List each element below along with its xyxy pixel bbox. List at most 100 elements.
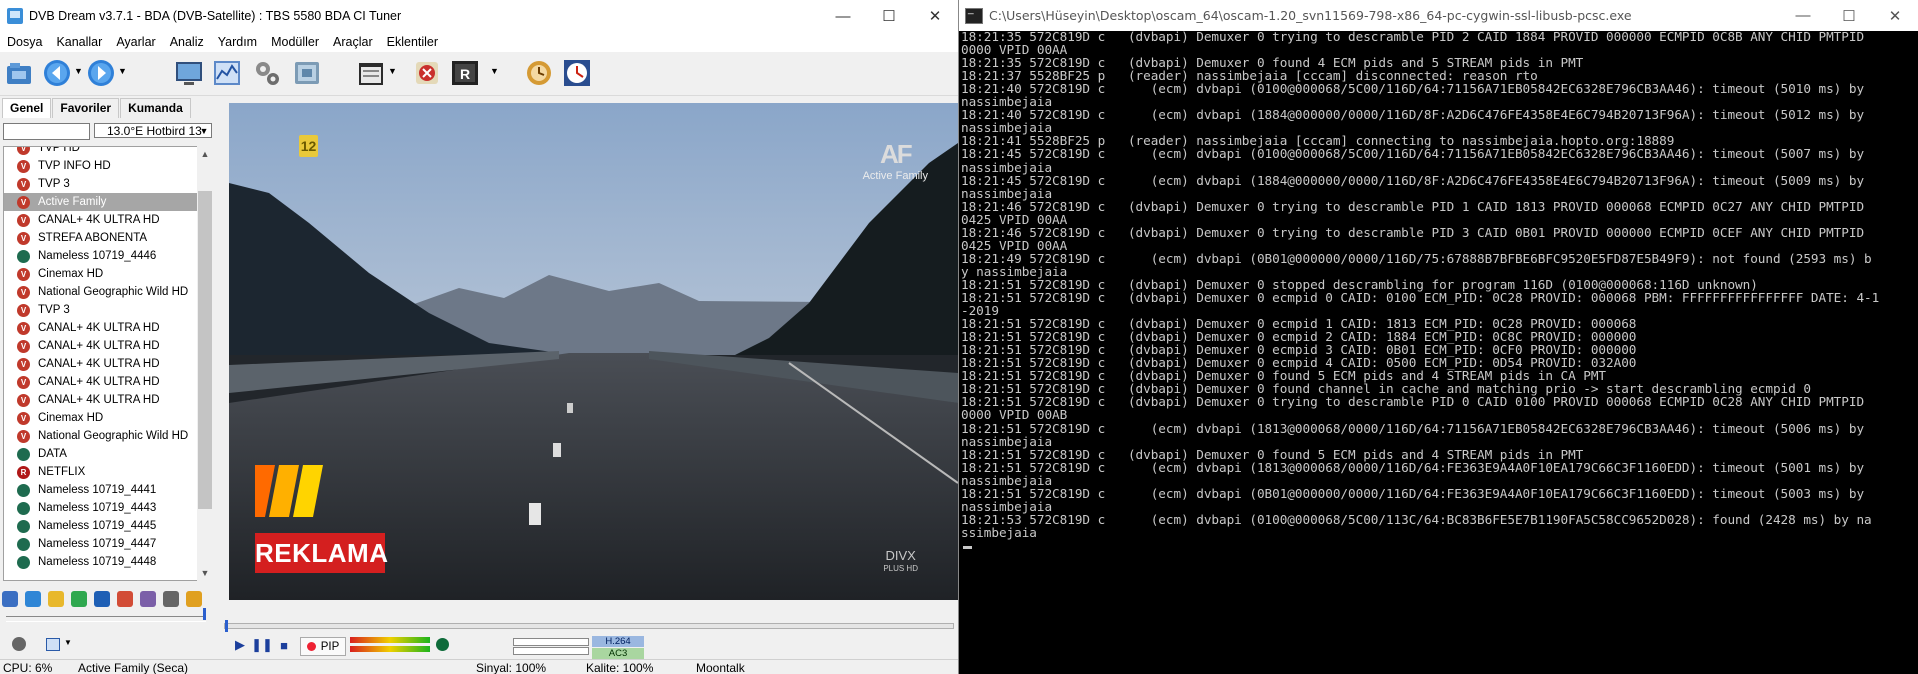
channel-list-item[interactable]: V TVP HD bbox=[4, 147, 197, 157]
forward-icon[interactable] bbox=[86, 57, 116, 89]
tab-kumanda[interactable]: Kumanda bbox=[120, 98, 191, 118]
add-favorite-icon[interactable] bbox=[71, 591, 87, 607]
channel-list-item[interactable]: V STREFA ABONENTA bbox=[4, 229, 197, 247]
channel-list-item[interactable]: V CANAL+ 4K ULTRA HD bbox=[4, 373, 197, 391]
lock-icon[interactable] bbox=[186, 591, 202, 607]
play-icon[interactable]: ▶ bbox=[230, 636, 250, 654]
channel-list-scrollbar[interactable]: ▲ ▼ bbox=[197, 146, 213, 581]
properties-icon[interactable] bbox=[163, 591, 179, 607]
channel-list-item[interactable]: V CANAL+ 4K ULTRA HD bbox=[4, 319, 197, 337]
display-mode-icon[interactable] bbox=[46, 638, 60, 651]
channel-list-item[interactable]: V Active Family bbox=[4, 193, 197, 211]
move-up-icon[interactable] bbox=[25, 591, 41, 607]
spectrum-icon[interactable] bbox=[212, 57, 242, 89]
channel-list-item[interactable]: V TVP INFO HD bbox=[4, 157, 197, 175]
forward-dropdown-icon[interactable]: ▼ bbox=[118, 66, 127, 98]
channel-list-item[interactable]: Nameless 10719_4443 bbox=[4, 499, 197, 517]
record-icon[interactable]: R bbox=[450, 57, 480, 89]
channel-list-item[interactable]: V CANAL+ 4K ULTRA HD bbox=[4, 355, 197, 373]
console-title-bar: C:\Users\Hüseyin\Desktop\oscam_64\oscam-… bbox=[959, 0, 1918, 31]
channel-list-item[interactable]: Nameless 10719_4445 bbox=[4, 517, 197, 535]
console-line: 18:21:45 572C819D c (ecm) dvbapi (1884@0… bbox=[961, 172, 1865, 188]
monitor-icon[interactable] bbox=[174, 57, 204, 89]
menu-araclar[interactable]: Araçlar bbox=[326, 35, 380, 49]
menu-dosya[interactable]: Dosya bbox=[0, 35, 49, 49]
channel-list-item[interactable]: V Cinemax HD bbox=[4, 265, 197, 283]
console-line: 18:21:51 572C819D c (ecm) dvbapi (1813@0… bbox=[961, 420, 1865, 436]
seek-bar[interactable] bbox=[224, 620, 954, 632]
display-mode-dropdown-icon[interactable]: ▼ bbox=[64, 638, 72, 647]
menu-ayarlar[interactable]: Ayarlar bbox=[109, 35, 162, 49]
epg-icon[interactable] bbox=[356, 57, 386, 89]
settings-gear-icon[interactable] bbox=[252, 57, 282, 89]
epg-dropdown-icon[interactable]: ▼ bbox=[388, 66, 397, 98]
menu-eklentiler[interactable]: Eklentiler bbox=[380, 35, 445, 49]
tab-favoriler[interactable]: Favoriler bbox=[52, 98, 120, 118]
back-dropdown-icon[interactable]: ▼ bbox=[74, 66, 83, 98]
timer-icon[interactable] bbox=[524, 57, 554, 89]
scroll-up-icon[interactable]: ▲ bbox=[197, 146, 213, 162]
channel-list-item[interactable]: Nameless 10719_4446 bbox=[4, 247, 197, 265]
channel-list-item[interactable]: V National Geographic Wild HD bbox=[4, 283, 197, 301]
channel-list-item[interactable]: DATA bbox=[4, 445, 197, 463]
console-line: 18:21:40 572C819D c (ecm) dvbapi (0100@0… bbox=[961, 81, 1865, 97]
console-close-icon[interactable]: ✕ bbox=[1872, 0, 1918, 31]
channel-list-item[interactable]: Nameless 10719_4447 bbox=[4, 535, 197, 553]
console-maximize-icon[interactable]: ☐ bbox=[1826, 0, 1872, 31]
channel-list-item[interactable]: V TVP 3 bbox=[4, 175, 197, 193]
menu-kanallar[interactable]: Kanallar bbox=[49, 35, 109, 49]
satellite-icon[interactable] bbox=[140, 591, 156, 607]
speaker-icon[interactable] bbox=[12, 637, 26, 651]
channel-name: National Geographic Wild HD bbox=[38, 286, 189, 298]
pip-button[interactable]: PIP bbox=[300, 637, 346, 656]
console-line: 18:21:46 572C819D c (dvbapi) Demuxer 0 t… bbox=[961, 224, 1865, 240]
console-output[interactable]: 18:21:35 572C819D c (dvbapi) Demuxer 0 t… bbox=[961, 29, 1918, 674]
open-folder-icon[interactable] bbox=[4, 57, 34, 89]
tv-channel-icon: V bbox=[17, 177, 30, 191]
volume-slider[interactable] bbox=[6, 616, 206, 622]
menu-moduller[interactable]: Modüller bbox=[264, 35, 326, 49]
menu-yardim[interactable]: Yardım bbox=[211, 35, 264, 49]
satellite-select-value: 13.0°E Hotbird 13 bbox=[107, 124, 202, 138]
channel-list-item[interactable]: V CANAL+ 4K ULTRA HD bbox=[4, 337, 197, 355]
satellite-select[interactable]: 13.0°E Hotbird 13 ▼ bbox=[94, 123, 212, 138]
sort-icon[interactable] bbox=[94, 591, 110, 607]
scheduler-clock-icon[interactable] bbox=[562, 57, 592, 89]
seek-handle[interactable] bbox=[225, 620, 228, 632]
channel-list-item[interactable]: V Cinemax HD bbox=[4, 409, 197, 427]
chevron-down-icon[interactable]: ▼ bbox=[198, 124, 210, 137]
channel-list-item[interactable]: R NETFLIX bbox=[4, 463, 197, 481]
stop-record-icon[interactable] bbox=[412, 57, 442, 89]
close-icon[interactable]: ✕ bbox=[912, 0, 958, 32]
channel-name: CANAL+ 4K ULTRA HD bbox=[38, 358, 160, 370]
channel-list-item[interactable]: V CANAL+ 4K ULTRA HD bbox=[4, 391, 197, 409]
screenshot-icon[interactable] bbox=[292, 57, 322, 89]
channel-list-item[interactable]: Nameless 10719_4448 bbox=[4, 553, 197, 571]
tab-genel[interactable]: Genel bbox=[2, 98, 52, 118]
channel-list-item[interactable]: V National Geographic Wild HD bbox=[4, 427, 197, 445]
network-globe-icon[interactable] bbox=[436, 638, 449, 651]
maximize-icon[interactable]: ☐ bbox=[866, 0, 912, 32]
minimize-icon[interactable]: — bbox=[820, 0, 866, 32]
scroll-thumb[interactable] bbox=[198, 191, 212, 509]
channel-search-input[interactable] bbox=[3, 123, 90, 140]
channel-list-item[interactable]: Nameless 10719_4441 bbox=[4, 481, 197, 499]
scroll-down-icon[interactable]: ▼ bbox=[197, 565, 213, 581]
favorite-icon[interactable] bbox=[48, 591, 64, 607]
cpu-status: CPU: 6% bbox=[3, 661, 53, 674]
menu-analiz[interactable]: Analiz bbox=[163, 35, 211, 49]
tv-channel-icon: V bbox=[17, 267, 30, 281]
channel-list-item[interactable]: V TVP 3 bbox=[4, 301, 197, 319]
channel-list[interactable]: V TVP HD V TVP INFO HD V TVP 3 V Active Family V… bbox=[3, 146, 198, 581]
remove-channel-icon[interactable] bbox=[2, 591, 18, 607]
channel-logo-text: Active Family bbox=[862, 170, 928, 182]
console-minimize-icon[interactable]: — bbox=[1780, 0, 1826, 31]
video-player[interactable]: 12 AF Active Family REKLAMA DIVX PLUS HD bbox=[229, 103, 958, 600]
channel-list-item[interactable]: V CANAL+ 4K ULTRA HD bbox=[4, 211, 197, 229]
record-dropdown-icon[interactable]: ▼ bbox=[490, 66, 499, 98]
volume-slider-handle[interactable] bbox=[203, 608, 206, 620]
stop-icon[interactable]: ■ bbox=[274, 636, 294, 654]
edit-channel-icon[interactable] bbox=[117, 591, 133, 607]
back-icon[interactable] bbox=[42, 57, 72, 89]
pause-icon[interactable]: ❚❚ bbox=[251, 636, 273, 654]
